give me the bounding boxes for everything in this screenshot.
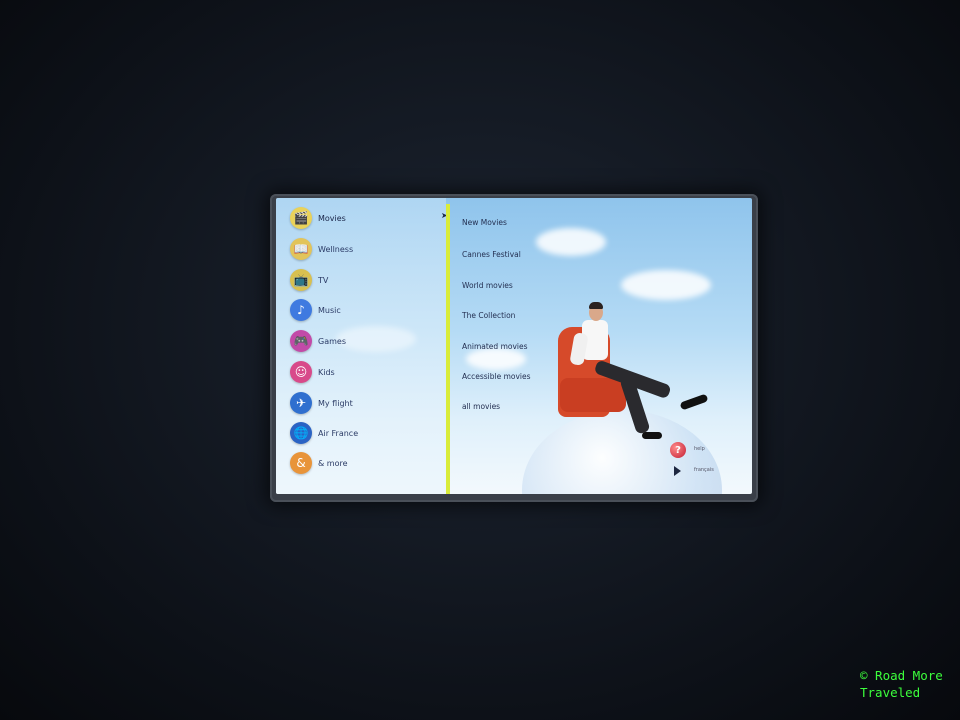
menu-item-label: Games (318, 336, 346, 346)
cloud (621, 270, 711, 300)
menu-item-kids[interactable]: ☺ Kids (290, 359, 335, 385)
gamepad-icon: 🎮 (290, 330, 312, 352)
ampersand-icon: & (290, 452, 312, 474)
submenu-item-new-movies[interactable]: New Movies (462, 218, 507, 227)
menu-item-tv[interactable]: 📺 TV (290, 267, 328, 293)
menu-item-label: TV (318, 275, 329, 285)
plane-icon: ✈ (290, 392, 312, 414)
hero-globe (522, 410, 722, 494)
menu-item-label: & more (318, 458, 348, 468)
menu-item-label: Kids (318, 367, 335, 377)
hero-person-hair (589, 302, 603, 309)
menu-item-movies[interactable]: 🎬 Movies (290, 205, 346, 231)
language-button[interactable] (674, 466, 681, 476)
submenu-item-the-collection[interactable]: The Collection (462, 311, 515, 320)
menu-item-wellness[interactable]: 📖 Wellness (290, 236, 353, 262)
watermark: © Road More Traveled (860, 668, 943, 700)
submenu-item-animated-movies[interactable]: Animated movies (462, 342, 528, 351)
menu-item-games[interactable]: 🎮 Games (290, 328, 346, 354)
menu-item-my-flight[interactable]: ✈ My flight (290, 390, 353, 416)
cloud (466, 348, 526, 370)
help-label: help (694, 446, 705, 452)
hero-person-shoe (679, 393, 709, 411)
submenu-item-all-movies[interactable]: all movies (462, 402, 500, 411)
submenu-item-cannes-festival[interactable]: Cannes Festival (462, 250, 521, 259)
book-icon: 📖 (290, 238, 312, 260)
kids-icon: ☺ (290, 361, 312, 383)
menu-item-music[interactable]: ♪ Music (290, 297, 341, 323)
cloud (536, 228, 606, 256)
menu-divider (446, 204, 450, 494)
question-mark-icon: ? (675, 444, 681, 456)
menu-item-and-more[interactable]: & & more (290, 450, 348, 476)
ife-screen: 🎬 Movies ➤ 📖 Wellness 📺 TV ♪ Music 🎮 Gam… (276, 198, 752, 494)
menu-item-label: Movies (318, 213, 346, 223)
submenu-item-accessible-movies[interactable]: Accessible movies (462, 372, 531, 381)
submenu-item-world-movies[interactable]: World movies (462, 281, 513, 290)
globe-icon: 🌐 (290, 422, 312, 444)
music-note-icon: ♪ (290, 299, 312, 321)
hero-person-shoe (642, 432, 662, 439)
hero-chair-seat (560, 378, 626, 412)
help-button[interactable]: ? (670, 442, 686, 458)
menu-item-label: Air France (318, 428, 359, 438)
menu-item-label: Music (318, 305, 341, 315)
tv-icon: 📺 (290, 269, 312, 291)
menu-item-label: Wellness (318, 244, 354, 254)
menu-item-label: My flight (318, 398, 353, 408)
clapperboard-icon: 🎬 (290, 207, 312, 229)
language-label: français (694, 467, 714, 473)
menu-item-air-france[interactable]: 🌐 Air France (290, 420, 358, 446)
